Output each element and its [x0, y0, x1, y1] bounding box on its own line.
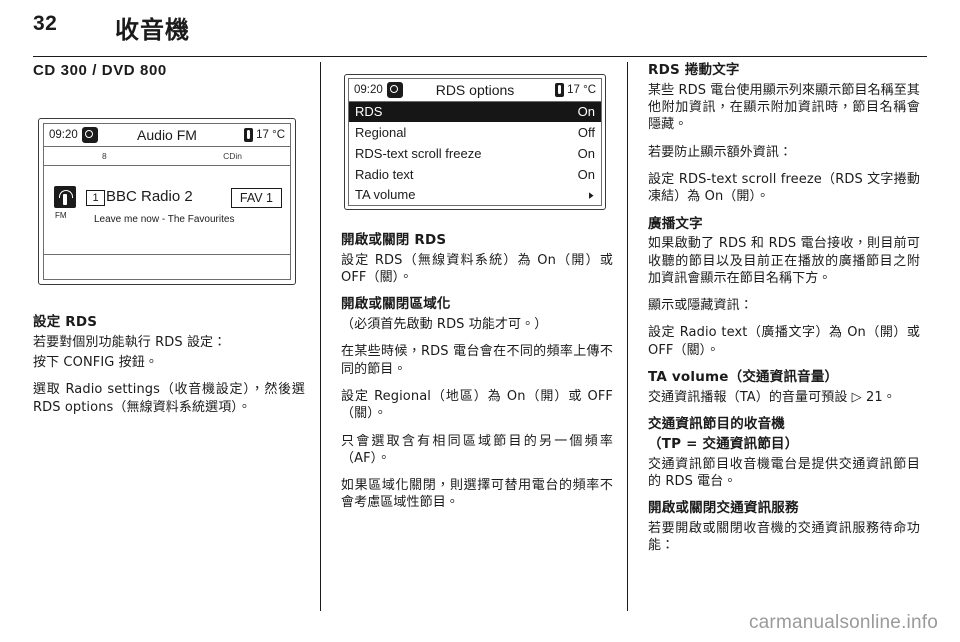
list-item-label: RDS-text scroll freeze [355, 145, 482, 161]
temperature-readout: 17 °C [244, 128, 285, 142]
paragraph-set-scroll-freeze: 設定 RDS-text scroll freeze（RDS 文字捲動凍結）為 O… [648, 171, 920, 205]
temperature-label: 17 °C [567, 83, 596, 96]
heading-toggle-traffic-service: 開啟或關閉交通資訊服務 [648, 500, 799, 517]
station-name-label: BBC Radio 2 [106, 188, 193, 205]
list-item-value: On [577, 145, 595, 161]
paragraph-set-regional: 設定 Regional（地區）為 On（開）或 OFF（關）。 [341, 389, 613, 422]
list-item-regional[interactable]: Regional Off [349, 122, 601, 143]
paragraph-rds-intro: 若要對個別功能執行 RDS 設定： [33, 334, 227, 350]
list-item-rds[interactable]: RDS On [349, 101, 601, 123]
column-two: 09:20 RDS options 17 °C RDS On Regional … [341, 62, 613, 522]
sub-bar-right-label: CDin [223, 151, 242, 161]
radio-main-area: FM 1 BBC Radio 2 Leave me now - The Favo… [44, 166, 290, 254]
heading-ta-volume: TA volume（交通資訊音量） [648, 369, 839, 385]
band-label: FM [55, 211, 67, 220]
paragraph-ta-volume-detail: 交通資訊播報（TA）的音量可預設 ▷ 21。 [648, 389, 896, 405]
paragraph-tp-explain: 交通資訊節目收音機電台是提供交通資訊節目的 RDS 電台。 [648, 456, 920, 489]
list-item-label: Regional [355, 125, 407, 141]
heading-traffic-program-radio: 交通資訊節目的收音機 [648, 416, 785, 433]
list-item-label: TA volume [355, 187, 416, 203]
thermometer-icon [244, 128, 254, 142]
rds-options-figure: 09:20 RDS options 17 °C RDS On Regional … [341, 62, 613, 218]
rds-options-bezel: 09:20 RDS options 17 °C RDS On Regional … [344, 74, 606, 210]
column-divider-left [320, 62, 321, 611]
fm-mast-bar [63, 194, 67, 205]
paragraph-select-radio-settings: 選取 Radio settings（收音機設定），然後選 RDS options… [33, 382, 305, 415]
preset-number-box[interactable]: 1 [86, 190, 105, 206]
column-divider-right [627, 62, 628, 611]
paragraph-regional-on-behaviour: 只會選取含有相同區域節目的另一個頻率（AF）。 [341, 433, 613, 466]
radio-display-bezel: 09:20 Audio FM 17 °C 8 CDin FM 1 BBC Rad… [38, 118, 296, 285]
temperature-readout: 17 °C [555, 82, 596, 97]
list-item-radio-text[interactable]: Radio text On [349, 164, 601, 185]
list-item-rds-text-scroll-freeze[interactable]: RDS-text scroll freeze On [349, 143, 601, 164]
paragraph-regional-precondition: （必須首先啟動 RDS 功能才可。） [341, 317, 548, 333]
site-watermark: carmanualsonline.info [748, 612, 938, 633]
heading-rds-scroll-text: RDS 捲動文字 [648, 62, 740, 78]
list-item-label: Radio text [355, 166, 414, 182]
section-title-cd300-dvd800: CD 300 / DVD 800 [33, 62, 167, 79]
header-divider-rule [33, 56, 927, 57]
paragraph-prevent-extra-info: 若要防止顯示額外資訊： [648, 144, 793, 160]
page-header: 32 收音機 [33, 12, 927, 54]
rds-options-screen: 09:20 RDS options 17 °C RDS On Regional … [348, 78, 602, 206]
paragraph-set-radio-text: 設定 Radio text（廣播文字）為 On（開）或 OFF（關）。 [648, 325, 920, 358]
column-one: CD 300 / DVD 800 09:20 Audio FM 17 °C 8 … [33, 62, 305, 426]
radio-display-figure: 09:20 Audio FM 17 °C 8 CDin FM 1 BBC Rad… [33, 92, 305, 300]
track-info-label: Leave me now - The Favourites [94, 214, 235, 225]
radio-display-screen: 09:20 Audio FM 17 °C 8 CDin FM 1 BBC Rad… [43, 123, 291, 280]
list-item-value: On [577, 104, 595, 120]
paragraph-press-config: 按下 CONFIG 按鈕。 [33, 355, 158, 371]
heading-toggle-regional: 開啟或關閉區域化 [341, 296, 451, 313]
chevron-right-icon: ▸ [589, 186, 595, 202]
paragraph-scroll-text-explain: 某些 RDS 電台使用顯示列來顯示節目名稱至其他附加資訊，在顯示附加資訊時，節目… [648, 82, 920, 133]
column-three: RDS 捲動文字 某些 RDS 電台使用顯示列來顯示節目名稱至其他附加資訊，在顯… [648, 62, 920, 565]
radio-status-bar: 09:20 Audio FM 17 °C [44, 124, 290, 147]
heading-set-rds: 設定 RDS [33, 314, 98, 330]
list-item-label: RDS [355, 104, 383, 120]
rds-status-bar: 09:20 RDS options 17 °C [349, 79, 601, 102]
list-item-ta-volume[interactable]: TA volume ▸ [349, 184, 601, 205]
radio-bottom-bar [44, 254, 290, 279]
chapter-title: 收音機 [115, 16, 190, 44]
radio-sub-bar: 8 CDin [44, 147, 290, 166]
list-item-value: Off [577, 125, 595, 141]
paragraph-set-rds-on-off: 設定 RDS（無線資料系統）為 On（開）或 OFF（關）。 [341, 252, 613, 286]
fm-antenna-icon [54, 186, 76, 208]
paragraph-regional-explain: 在某些時候，RDS 電台會在不同的頻率上傳不同的節目。 [341, 344, 613, 377]
heading-traffic-program-abbrev: （TP = 交通資訊節目） [648, 435, 799, 452]
heading-toggle-rds: 開啟或關閉 RDS [341, 232, 447, 248]
temperature-label: 17 °C [256, 129, 285, 141]
paragraph-toggle-traffic-service: 若要開啟或關閉收音機的交通資訊服務待命功能： [648, 521, 920, 554]
page-number: 32 [33, 12, 58, 35]
paragraph-show-hide-info: 顯示或隱藏資訊： [648, 298, 753, 314]
paragraph-regional-off-behaviour: 如果區域化關閉，則選擇可替用電台的頻率不會考慮區域性節目。 [341, 478, 613, 511]
list-item-value: On [577, 166, 595, 182]
favourites-button[interactable]: FAV 1 [230, 188, 282, 208]
paragraph-radio-text-explain: 如果啟動了 RDS 和 RDS 電台接收，則目前可收聽的節目以及目前正在播放的廣… [648, 236, 920, 286]
heading-radio-text: 廣播文字 [648, 215, 703, 232]
sub-bar-left-label: 8 [102, 151, 107, 161]
thermometer-icon [555, 82, 565, 97]
